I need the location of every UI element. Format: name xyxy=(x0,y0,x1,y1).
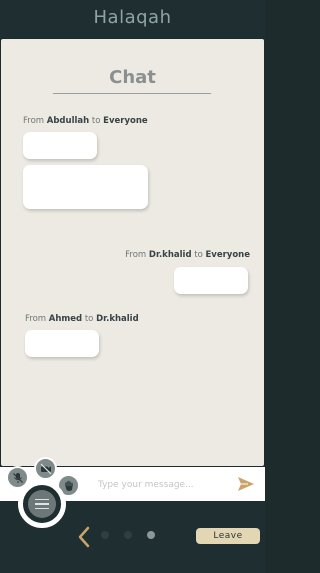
message-header: From Ahmed to Dr.khalid xyxy=(25,314,139,324)
from-label: From xyxy=(23,116,45,126)
send-arrow-icon[interactable] xyxy=(237,476,255,492)
mic-off-icon xyxy=(12,472,23,483)
recipient-name: Everyone xyxy=(205,250,250,260)
menu-icon xyxy=(28,490,56,518)
message-bubble xyxy=(25,330,99,357)
camera-off-icon xyxy=(40,463,51,474)
sender-name: Ahmed xyxy=(48,314,83,324)
chat-panel: Chat From Abdullah to Everyone From Dr.k… xyxy=(1,39,264,466)
message-header: From Dr.khalid to Everyone xyxy=(125,250,250,260)
toggle-camera-button[interactable] xyxy=(34,457,57,480)
heading-divider xyxy=(53,93,211,94)
raise-hand-icon xyxy=(64,480,73,491)
to-label: to xyxy=(84,314,94,324)
message-bubble xyxy=(23,165,148,209)
app-title: Halaqah xyxy=(93,7,172,28)
menu-button[interactable] xyxy=(18,480,66,528)
message-header: From Abdullah to Everyone xyxy=(23,116,148,126)
message-bubble xyxy=(174,267,248,294)
leave-button[interactable]: Leave xyxy=(196,528,260,544)
recipient-name: Dr.khalid xyxy=(96,314,139,324)
message-input[interactable] xyxy=(96,474,230,496)
chat-heading: Chat xyxy=(109,67,156,88)
to-label: to xyxy=(91,116,101,126)
from-label: From xyxy=(25,314,47,324)
sender-name: Abdullah xyxy=(46,116,90,126)
page-dot[interactable] xyxy=(101,531,109,539)
to-label: to xyxy=(194,250,203,260)
from-label: From xyxy=(125,250,147,260)
back-chevron-icon[interactable] xyxy=(76,526,92,548)
recipient-name: Everyone xyxy=(103,116,148,126)
page-dot[interactable] xyxy=(124,531,132,539)
message-bubble xyxy=(23,132,97,159)
page-dot[interactable] xyxy=(147,531,155,539)
sender-name: Dr.khalid xyxy=(148,250,192,260)
top-bar: Halaqah xyxy=(0,0,265,38)
